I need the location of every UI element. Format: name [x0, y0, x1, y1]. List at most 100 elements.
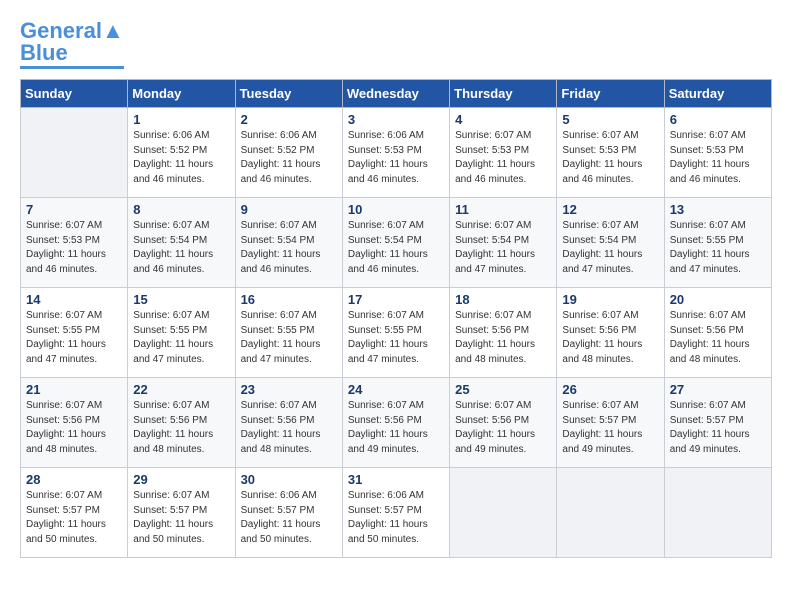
week-row-5: 28 Sunrise: 6:07 AMSunset: 5:57 PMDayligh…: [21, 468, 772, 558]
day-number: 25: [455, 382, 551, 397]
day-cell: 24Sunrise: 6:07 AMSunset: 5:56 PMDayligh…: [342, 378, 449, 468]
day-number: 2: [241, 112, 337, 127]
day-info: Sunrise: 6:07 AMSunset: 5:56 PMDaylight:…: [455, 399, 551, 457]
week-row-4: 21 Sunrise: 6:07 AMSunset: 5:56 PMDayligh…: [21, 378, 772, 468]
header-monday: Monday: [128, 80, 235, 108]
calendar-table: SundayMondayTuesdayWednesdayThursdayFrid…: [20, 79, 772, 558]
day-number: 14: [26, 292, 122, 307]
day-number: 15: [133, 292, 229, 307]
day-number: 19: [562, 292, 658, 307]
day-cell: 27 Sunrise: 6:07 AMSunset: 5:57 PMDayligh…: [664, 378, 771, 468]
logo-blue-text: Blue: [20, 40, 68, 65]
day-number: 21: [26, 382, 122, 397]
day-info: Sunrise: 6:07 AMSunset: 5:56 PMDaylight:…: [348, 399, 444, 457]
day-cell: 21 Sunrise: 6:07 AMSunset: 5:56 PMDayligh…: [21, 378, 128, 468]
calendar-header-row: SundayMondayTuesdayWednesdayThursdayFrid…: [21, 80, 772, 108]
day-number: 3: [348, 112, 444, 127]
day-info: Sunrise: 6:07 AMSunset: 5:54 PMDaylight:…: [348, 219, 444, 277]
header-sunday: Sunday: [21, 80, 128, 108]
day-info: Sunrise: 6:07 AMSunset: 5:57 PMDaylight:…: [133, 489, 229, 547]
day-cell: 5 Sunrise: 6:07 AMSunset: 5:53 PMDaylight…: [557, 108, 664, 198]
logo-underline: [20, 66, 124, 69]
header-saturday: Saturday: [664, 80, 771, 108]
day-cell: 16 Sunrise: 6:07 AMSunset: 5:55 PMDayligh…: [235, 288, 342, 378]
day-info: Sunrise: 6:07 AMSunset: 5:53 PMDaylight:…: [455, 129, 551, 187]
day-number: 6: [670, 112, 766, 127]
logo-blue: ▲: [102, 18, 124, 43]
day-cell: 13 Sunrise: 6:07 AMSunset: 5:55 PMDayligh…: [664, 198, 771, 288]
day-cell: 15 Sunrise: 6:07 AMSunset: 5:55 PMDayligh…: [128, 288, 235, 378]
day-cell: 14Sunrise: 6:07 AMSunset: 5:55 PMDayligh…: [21, 288, 128, 378]
week-row-1: 1 Sunrise: 6:06 AMSunset: 5:52 PMDaylight…: [21, 108, 772, 198]
day-number: 23: [241, 382, 337, 397]
day-cell: 23 Sunrise: 6:07 AMSunset: 5:56 PMDayligh…: [235, 378, 342, 468]
day-info: Sunrise: 6:07 AMSunset: 5:54 PMDaylight:…: [133, 219, 229, 277]
day-cell: 3 Sunrise: 6:06 AMSunset: 5:53 PMDaylight…: [342, 108, 449, 198]
day-cell: 31 Sunrise: 6:06 AMSunset: 5:57 PMDayligh…: [342, 468, 449, 558]
logo: General▲ Blue: [20, 20, 124, 69]
day-info: Sunrise: 6:07 AMSunset: 5:56 PMDaylight:…: [455, 309, 551, 367]
day-info: Sunrise: 6:07 AMSunset: 5:53 PMDaylight:…: [562, 129, 658, 187]
day-info: Sunrise: 6:07 AMSunset: 5:56 PMDaylight:…: [562, 309, 658, 367]
day-info: Sunrise: 6:07 AMSunset: 5:54 PMDaylight:…: [241, 219, 337, 277]
day-number: 5: [562, 112, 658, 127]
day-cell: 12 Sunrise: 6:07 AMSunset: 5:54 PMDayligh…: [557, 198, 664, 288]
day-info: Sunrise: 6:07 AMSunset: 5:53 PMDaylight:…: [670, 129, 766, 187]
day-cell: 28 Sunrise: 6:07 AMSunset: 5:57 PMDayligh…: [21, 468, 128, 558]
day-info: Sunrise: 6:07 AMSunset: 5:57 PMDaylight:…: [26, 489, 122, 547]
day-number: 18: [455, 292, 551, 307]
day-info: Sunrise: 6:07 AMSunset: 5:55 PMDaylight:…: [133, 309, 229, 367]
day-number: 22: [133, 382, 229, 397]
header-wednesday: Wednesday: [342, 80, 449, 108]
day-cell: 7Sunrise: 6:07 AMSunset: 5:53 PMDaylight…: [21, 198, 128, 288]
day-number: 7: [26, 202, 122, 217]
day-number: 8: [133, 202, 229, 217]
day-info: Sunrise: 6:06 AMSunset: 5:57 PMDaylight:…: [348, 489, 444, 547]
day-info: Sunrise: 6:07 AMSunset: 5:56 PMDaylight:…: [670, 309, 766, 367]
day-info: Sunrise: 6:07 AMSunset: 5:55 PMDaylight:…: [348, 309, 444, 367]
day-number: 31: [348, 472, 444, 487]
day-cell: 6 Sunrise: 6:07 AMSunset: 5:53 PMDaylight…: [664, 108, 771, 198]
day-info: Sunrise: 6:07 AMSunset: 5:54 PMDaylight:…: [455, 219, 551, 277]
day-cell: [557, 468, 664, 558]
day-number: 4: [455, 112, 551, 127]
day-number: 12: [562, 202, 658, 217]
day-cell: [21, 108, 128, 198]
day-info: Sunrise: 6:06 AMSunset: 5:52 PMDaylight:…: [133, 129, 229, 187]
day-info: Sunrise: 6:07 AMSunset: 5:56 PMDaylight:…: [241, 399, 337, 457]
day-info: Sunrise: 6:07 AMSunset: 5:56 PMDaylight:…: [26, 399, 122, 457]
day-info: Sunrise: 6:06 AMSunset: 5:52 PMDaylight:…: [241, 129, 337, 187]
day-info: Sunrise: 6:07 AMSunset: 5:55 PMDaylight:…: [241, 309, 337, 367]
week-row-2: 7Sunrise: 6:07 AMSunset: 5:53 PMDaylight…: [21, 198, 772, 288]
day-number: 10: [348, 202, 444, 217]
day-number: 1: [133, 112, 229, 127]
day-info: Sunrise: 6:06 AMSunset: 5:57 PMDaylight:…: [241, 489, 337, 547]
day-cell: 29 Sunrise: 6:07 AMSunset: 5:57 PMDayligh…: [128, 468, 235, 558]
day-number: 9: [241, 202, 337, 217]
day-cell: 10 Sunrise: 6:07 AMSunset: 5:54 PMDayligh…: [342, 198, 449, 288]
header-tuesday: Tuesday: [235, 80, 342, 108]
day-cell: [664, 468, 771, 558]
week-row-3: 14 Sunrise: 6:07 AMSunset: 5:55 PMDayligh…: [21, 288, 772, 378]
day-number: 20: [670, 292, 766, 307]
day-cell: 2 Sunrise: 6:06 AMSunset: 5:52 PMDaylight…: [235, 108, 342, 198]
day-number: 28: [26, 472, 122, 487]
day-info: Sunrise: 6:06 AMSunset: 5:53 PMDaylight:…: [348, 129, 444, 187]
day-cell: [450, 468, 557, 558]
day-number: 29: [133, 472, 229, 487]
day-info: Sunrise: 6:07 AMSunset: 5:56 PMDaylight:…: [133, 399, 229, 457]
day-info: Sunrise: 6:07 AMSunset: 5:54 PMDaylight:…: [562, 219, 658, 277]
day-cell: 1 Sunrise: 6:06 AMSunset: 5:52 PMDaylight…: [128, 108, 235, 198]
day-cell: 17Sunrise: 6:07 AMSunset: 5:55 PMDayligh…: [342, 288, 449, 378]
page-header: General▲ Blue: [20, 20, 772, 69]
day-number: 30: [241, 472, 337, 487]
day-cell: 20 Sunrise: 6:07 AMSunset: 5:56 PMDayligh…: [664, 288, 771, 378]
day-cell: 9 Sunrise: 6:07 AMSunset: 5:54 PMDaylight…: [235, 198, 342, 288]
day-info: Sunrise: 6:07 AMSunset: 5:57 PMDaylight:…: [670, 399, 766, 457]
day-number: 13: [670, 202, 766, 217]
day-cell: 11Sunrise: 6:07 AMSunset: 5:54 PMDayligh…: [450, 198, 557, 288]
day-number: 27: [670, 382, 766, 397]
day-info: Sunrise: 6:07 AMSunset: 5:55 PMDaylight:…: [670, 219, 766, 277]
day-info: Sunrise: 6:07 AMSunset: 5:57 PMDaylight:…: [562, 399, 658, 457]
day-number: 16: [241, 292, 337, 307]
